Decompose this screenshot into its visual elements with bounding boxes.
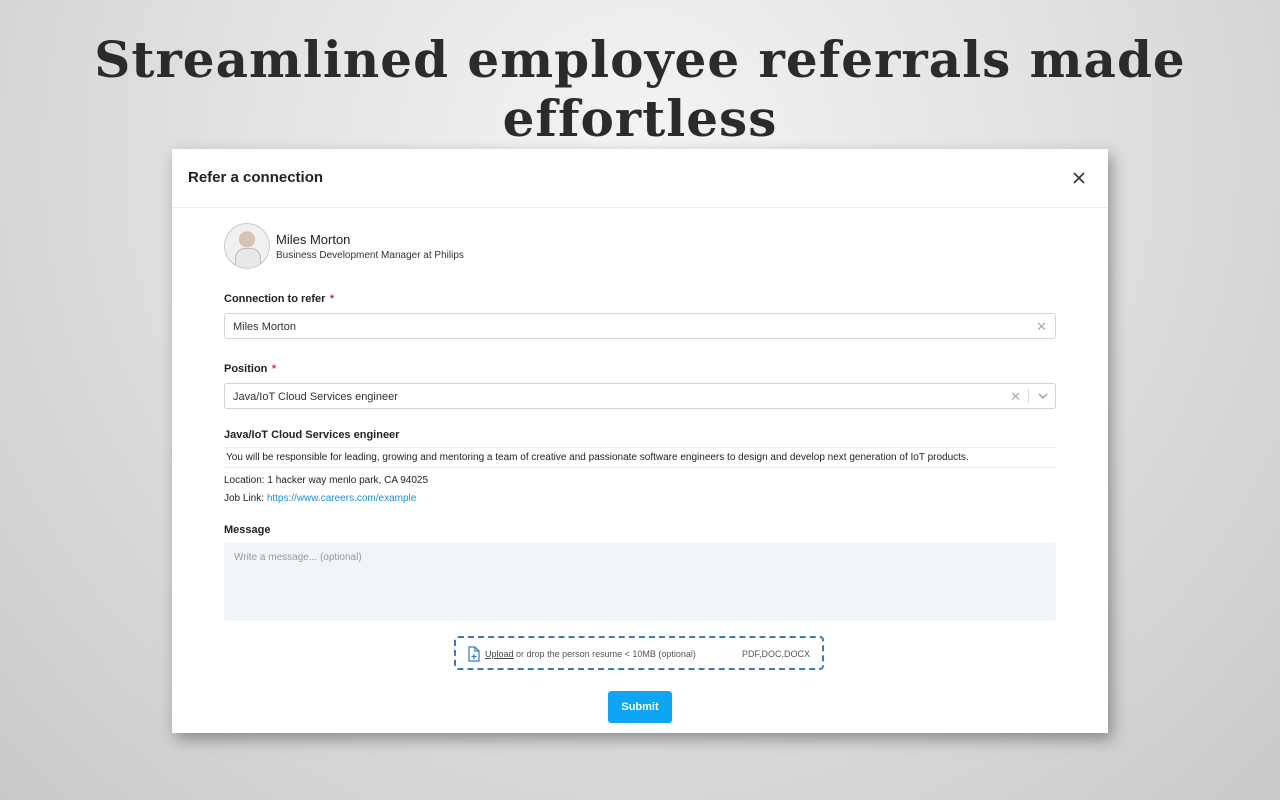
chevron-down-icon[interactable] — [1038, 391, 1048, 401]
connection-value: Miles Morton — [233, 321, 296, 333]
job-link[interactable]: https://www.careers.com/example — [267, 493, 417, 504]
job-description: You will be responsible for leading, gro… — [224, 447, 1056, 468]
modal-body: Miles Morton Business Development Manage… — [224, 223, 1056, 723]
message-placeholder: Write a message... (optional) — [234, 552, 362, 563]
position-select[interactable]: Java/IoT Cloud Services engineer ✕ — [224, 383, 1056, 409]
resume-upload-dropzone[interactable]: Upload or drop the person resume < 10MB … — [454, 636, 824, 670]
job-link-row: Job Link: https://www.careers.com/exampl… — [224, 493, 1056, 504]
connection-input[interactable]: Miles Morton ✕ — [224, 313, 1056, 339]
job-location: Location: 1 hacker way menlo park, CA 94… — [224, 475, 1056, 486]
job-link-label: Job Link: — [224, 493, 265, 504]
close-button[interactable] — [1068, 167, 1090, 189]
upload-hint: or drop the person resume < 10MB (option… — [516, 649, 696, 659]
upload-text: Upload or drop the person resume < 10MB … — [485, 649, 696, 659]
clear-connection-icon[interactable]: ✕ — [1036, 319, 1047, 335]
file-upload-icon — [468, 646, 480, 662]
message-textarea[interactable]: Write a message... (optional) — [224, 543, 1056, 621]
refer-connection-modal: Refer a connection Miles Morton Business… — [172, 149, 1108, 733]
submit-button[interactable]: Submit — [608, 691, 672, 723]
profile-card: Miles Morton Business Development Manage… — [224, 223, 1056, 269]
position-label: Position — [224, 363, 268, 375]
location-label: Location: — [224, 475, 265, 486]
close-icon — [1073, 172, 1085, 184]
upload-file-types: PDF,DOC,DOCX — [741, 649, 810, 659]
required-mark: * — [271, 363, 277, 375]
required-mark: * — [329, 293, 335, 305]
select-divider — [1028, 388, 1029, 404]
page-headline: Streamlined employee referrals made effo… — [94, 30, 1186, 148]
position-value: Java/IoT Cloud Services engineer — [233, 391, 398, 403]
profile-role: Business Development Manager at Philips — [276, 249, 464, 261]
modal-title: Refer a connection — [188, 169, 324, 186]
avatar — [224, 223, 270, 269]
clear-position-icon[interactable]: ✕ — [1010, 389, 1021, 405]
location-value: 1 hacker way menlo park, CA 94025 — [267, 475, 429, 486]
connection-label-row: Connection to refer * — [224, 289, 1056, 307]
profile-name: Miles Morton — [276, 231, 351, 247]
message-label: Message — [224, 524, 271, 536]
job-title: Java/IoT Cloud Services engineer — [224, 429, 400, 441]
connection-label: Connection to refer — [224, 293, 326, 305]
modal-header: Refer a connection — [172, 149, 1108, 208]
upload-link[interactable]: Upload — [485, 649, 514, 659]
position-label-row: Position * — [224, 359, 1056, 377]
